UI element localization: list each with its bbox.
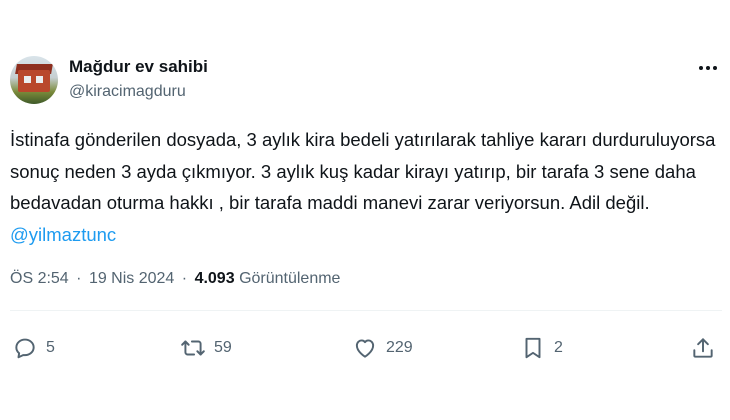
reply-button[interactable]: 5 xyxy=(12,330,55,366)
avatar-house xyxy=(18,70,50,92)
avatar-window xyxy=(36,76,43,83)
author-name[interactable]: Mağdur ev sahibi xyxy=(69,57,208,77)
reply-bubble-icon xyxy=(12,335,38,361)
action-bar: 5 59 229 2 xyxy=(0,330,730,366)
like-button[interactable]: 229 xyxy=(352,330,413,366)
bookmark-icon xyxy=(520,335,546,361)
views-count: 4.093 xyxy=(194,270,235,287)
share-upload-icon xyxy=(690,335,716,361)
bookmark-button[interactable]: 2 xyxy=(520,330,563,366)
author-handle[interactable]: @kiracimagduru xyxy=(69,83,186,101)
mention-link[interactable]: @yilmaztunc xyxy=(10,224,116,245)
retweet-count: 59 xyxy=(214,339,232,356)
tweet-body: İstinafa gönderilen dosyada, 3 aylık kir… xyxy=(10,129,716,213)
reply-count: 5 xyxy=(46,339,55,356)
divider xyxy=(10,310,722,311)
avatar-window xyxy=(24,76,31,83)
views-label: Görüntülenme xyxy=(239,270,341,287)
more-horizontal-icon[interactable] xyxy=(696,58,720,78)
tweet-time[interactable]: ÖS 2:54 xyxy=(10,270,69,287)
like-count: 229 xyxy=(386,339,413,356)
tweet-text: İstinafa gönderilen dosyada, 3 aylık kir… xyxy=(10,124,722,250)
tweet-date[interactable]: 19 Nis 2024 xyxy=(89,270,174,287)
heart-icon xyxy=(352,335,378,361)
share-button[interactable] xyxy=(690,330,716,366)
retweet-icon xyxy=(180,335,206,361)
tweet-card: Mağdur ev sahibi @kiracimagduru İstinafa… xyxy=(0,0,730,420)
meta-separator: · xyxy=(76,270,82,287)
bookmark-count: 2 xyxy=(554,339,563,356)
avatar[interactable] xyxy=(10,56,58,104)
meta-separator: · xyxy=(181,270,188,287)
tweet-meta: ÖS 2:54 · 19 Nis 2024 · 4.093 Görüntülen… xyxy=(10,270,340,288)
retweet-button[interactable]: 59 xyxy=(180,330,232,366)
